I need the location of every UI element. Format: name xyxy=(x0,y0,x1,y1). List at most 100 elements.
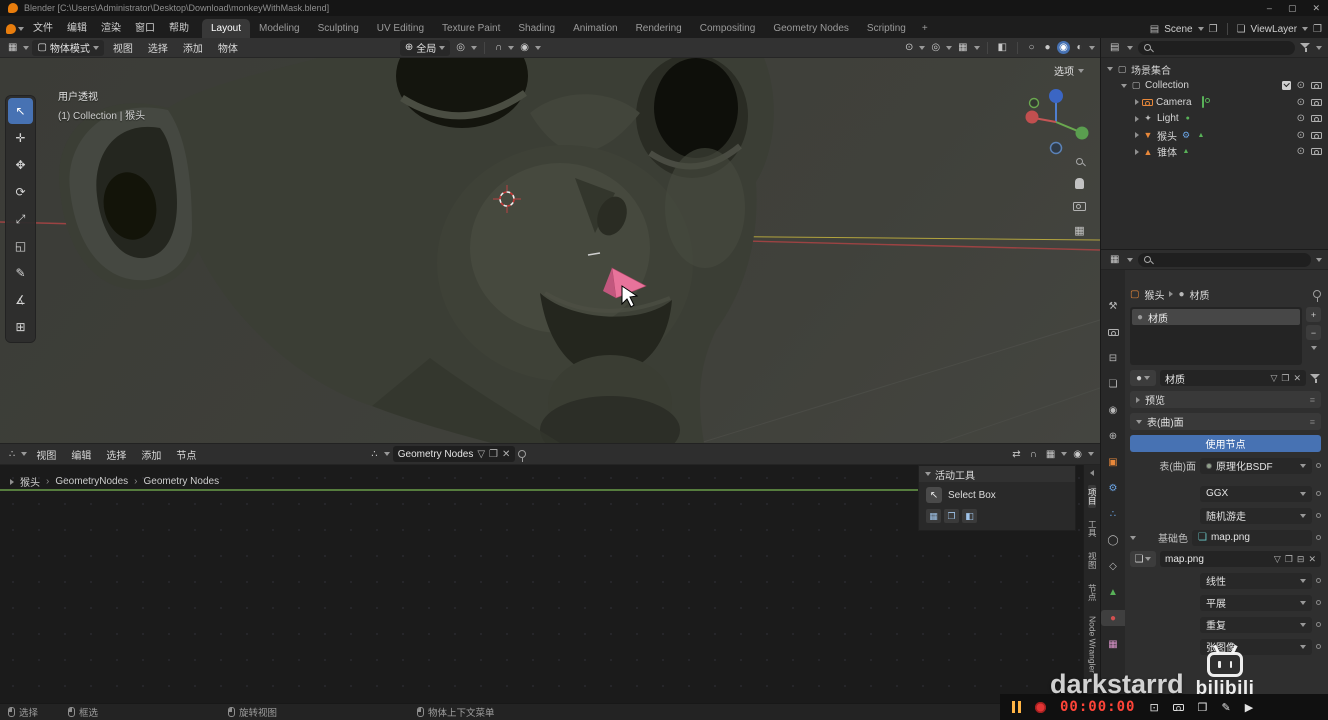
decorator-dot[interactable] xyxy=(1316,600,1321,605)
extension-dropdown[interactable]: 重复 xyxy=(1200,616,1312,633)
context-material-name[interactable]: 材质 xyxy=(1190,287,1210,302)
axis-gizmo[interactable] xyxy=(1025,89,1089,155)
monitor-icon[interactable]: ⊡ xyxy=(1149,701,1158,714)
props-tab-particles[interactable]: ∴ xyxy=(1103,506,1123,522)
hide-eye-icon[interactable]: ⊙ xyxy=(1297,97,1305,108)
base-color-texture-button[interactable]: ❏ map.png xyxy=(1192,529,1312,546)
viewport-options-dropdown[interactable]: 选项 xyxy=(1054,63,1084,78)
monkey-head-model[interactable] xyxy=(59,58,774,443)
use-nodes-button[interactable]: 使用节点 xyxy=(1130,435,1321,452)
surface-shader-dropdown[interactable]: 原理化BSDF xyxy=(1200,457,1312,474)
tab-uv-editing[interactable]: UV Editing xyxy=(368,19,433,38)
remove-slot-button[interactable]: − xyxy=(1306,325,1321,340)
source-dropdown[interactable]: 张图像 xyxy=(1200,638,1312,655)
pencil-icon[interactable]: ✎ xyxy=(1222,701,1231,714)
interpolation-dropdown[interactable]: 线性 xyxy=(1200,572,1312,589)
outliner-row-cone[interactable]: ▲ 锥体 ▲ ⊙ xyxy=(1101,144,1328,161)
tool-select-box[interactable]: ↖ xyxy=(8,98,33,124)
tool-add-cube[interactable]: ⊞ xyxy=(8,314,33,340)
pack-icon[interactable]: ⊟ xyxy=(1297,554,1305,565)
visibility-icon[interactable]: ⊙ xyxy=(902,42,916,53)
outliner-row-collection[interactable]: ▢ Collection ⊙ xyxy=(1101,78,1328,95)
tab-layout[interactable]: Layout xyxy=(202,19,251,38)
shading-rendered-button[interactable]: ◐ xyxy=(1073,41,1086,54)
tool-scale[interactable]: ⤢ xyxy=(8,206,33,232)
image-name-field[interactable]: map.png ▽ ❐ ⊟ ✕ xyxy=(1160,551,1321,567)
row-label[interactable]: Collection xyxy=(1145,80,1189,91)
new-scene-icon[interactable]: ❐ xyxy=(1209,24,1218,35)
viewlayer-selector[interactable]: ViewLayer xyxy=(1251,24,1298,35)
gizmo-y-neg[interactable] xyxy=(1028,97,1040,109)
disclosure-icon[interactable] xyxy=(1135,115,1139,122)
recorder-camera-icon[interactable] xyxy=(1172,703,1184,711)
render-camera-icon[interactable] xyxy=(1311,148,1322,156)
disclosure-icon[interactable] xyxy=(1135,132,1139,139)
render-camera-icon[interactable] xyxy=(1311,98,1322,106)
node-menu-view[interactable]: 视图 xyxy=(30,447,62,462)
outliner-row-camera[interactable]: Camera ⊙ xyxy=(1101,94,1328,111)
preview-section-header[interactable]: 预览 ≡ xyxy=(1130,391,1321,408)
outliner-search-input[interactable] xyxy=(1138,40,1295,55)
hide-eye-icon[interactable]: ⊙ xyxy=(1297,80,1305,91)
copies-icon[interactable]: ❐ xyxy=(1281,373,1289,384)
pivot-point-icon[interactable]: ◎ xyxy=(453,42,468,53)
menu-edit[interactable]: 编辑 xyxy=(60,15,94,38)
decorator-dot[interactable] xyxy=(1316,578,1321,583)
add-slot-button[interactable]: + xyxy=(1306,307,1321,322)
add-workspace-button[interactable]: + xyxy=(915,19,935,38)
row-label[interactable]: 猴头 xyxy=(1157,128,1177,143)
copies-icon[interactable]: ❐ xyxy=(1285,554,1293,565)
gizmo-z-neg[interactable] xyxy=(1049,141,1063,155)
tool-transform[interactable]: ◱ xyxy=(8,233,33,259)
fake-user-shield-icon[interactable]: ▽ xyxy=(1274,554,1281,565)
row-label[interactable]: Camera xyxy=(1156,97,1192,108)
sidebar-tab-node[interactable]: 节点 xyxy=(1087,581,1097,604)
image-browse-button[interactable]: ❏ xyxy=(1130,551,1156,567)
gizmo-y-axis[interactable] xyxy=(1075,126,1089,140)
play-icon[interactable]: ▶ xyxy=(1245,701,1253,714)
props-tab-output[interactable]: ⊟ xyxy=(1103,350,1123,366)
row-label[interactable]: Light xyxy=(1157,113,1179,124)
copies-icon[interactable]: ❐ xyxy=(489,449,498,460)
disclosure-icon[interactable] xyxy=(1107,67,1113,72)
maximize-button[interactable]: ▢ xyxy=(1288,3,1297,14)
context-object-name[interactable]: 猴头 xyxy=(1144,287,1164,302)
fake-user-shield-icon[interactable]: ▽ xyxy=(1270,373,1277,384)
props-tab-render[interactable] xyxy=(1103,324,1123,340)
snap-magnet-icon[interactable]: ∩ xyxy=(492,42,505,53)
decorator-dot[interactable] xyxy=(1316,535,1321,540)
mode-dropdown[interactable]: ▢ 物体模式 xyxy=(32,39,104,56)
nodetree-datablock[interactable]: Geometry Nodes ▽ ❐ ✕ xyxy=(392,446,516,462)
editor-type-icon[interactable]: ▦ xyxy=(5,42,20,53)
tab-geometry-nodes[interactable]: Geometry Nodes xyxy=(764,19,858,38)
camera-view-icon[interactable] xyxy=(1073,202,1086,211)
projection-dropdown[interactable]: 平展 xyxy=(1200,594,1312,611)
slot-specials-icon[interactable] xyxy=(1310,346,1317,350)
tab-modeling[interactable]: Modeling xyxy=(250,19,309,38)
material-slot-list[interactable]: ● 材质 xyxy=(1130,307,1302,365)
unlink-icon[interactable]: ✕ xyxy=(502,449,510,460)
tool-rotate[interactable]: ⟳ xyxy=(8,179,33,205)
menu-help[interactable]: 帮助 xyxy=(162,15,196,38)
tool-annotate[interactable]: ✎ xyxy=(8,260,33,286)
menu-window[interactable]: 窗口 xyxy=(128,15,162,38)
tool-move[interactable]: ✥ xyxy=(8,152,33,178)
props-tab-world[interactable]: ⊕ xyxy=(1103,428,1123,444)
gizmo-z-axis[interactable] xyxy=(1049,89,1063,103)
proportional-editing-icon[interactable]: ◉ xyxy=(517,42,532,53)
decorator-dot[interactable] xyxy=(1316,513,1321,518)
material-filter-icon[interactable] xyxy=(1310,373,1321,384)
props-tab-physics[interactable]: ◯ xyxy=(1103,532,1123,548)
material-slot-selected[interactable]: ● 材质 xyxy=(1132,309,1300,325)
parent-swap-icon[interactable]: ⇄ xyxy=(1009,449,1023,460)
node-menu-node[interactable]: 节点 xyxy=(170,447,202,462)
breadcrumb-object[interactable]: 猴头 xyxy=(20,474,40,489)
transform-orientation-dropdown[interactable]: ⊕ 全局 xyxy=(399,39,451,56)
viewport-menu-view[interactable]: 视图 xyxy=(107,40,139,55)
ortho-grid-icon[interactable]: ▦ xyxy=(1074,224,1084,237)
active-tool-item[interactable]: ↖ Select Box xyxy=(919,482,1075,505)
tool-measure[interactable]: ∡ xyxy=(8,287,33,313)
breadcrumb-modifier[interactable]: GeometryNodes xyxy=(55,476,128,487)
tab-compositing[interactable]: Compositing xyxy=(691,19,765,38)
render-camera-icon[interactable] xyxy=(1311,115,1322,123)
